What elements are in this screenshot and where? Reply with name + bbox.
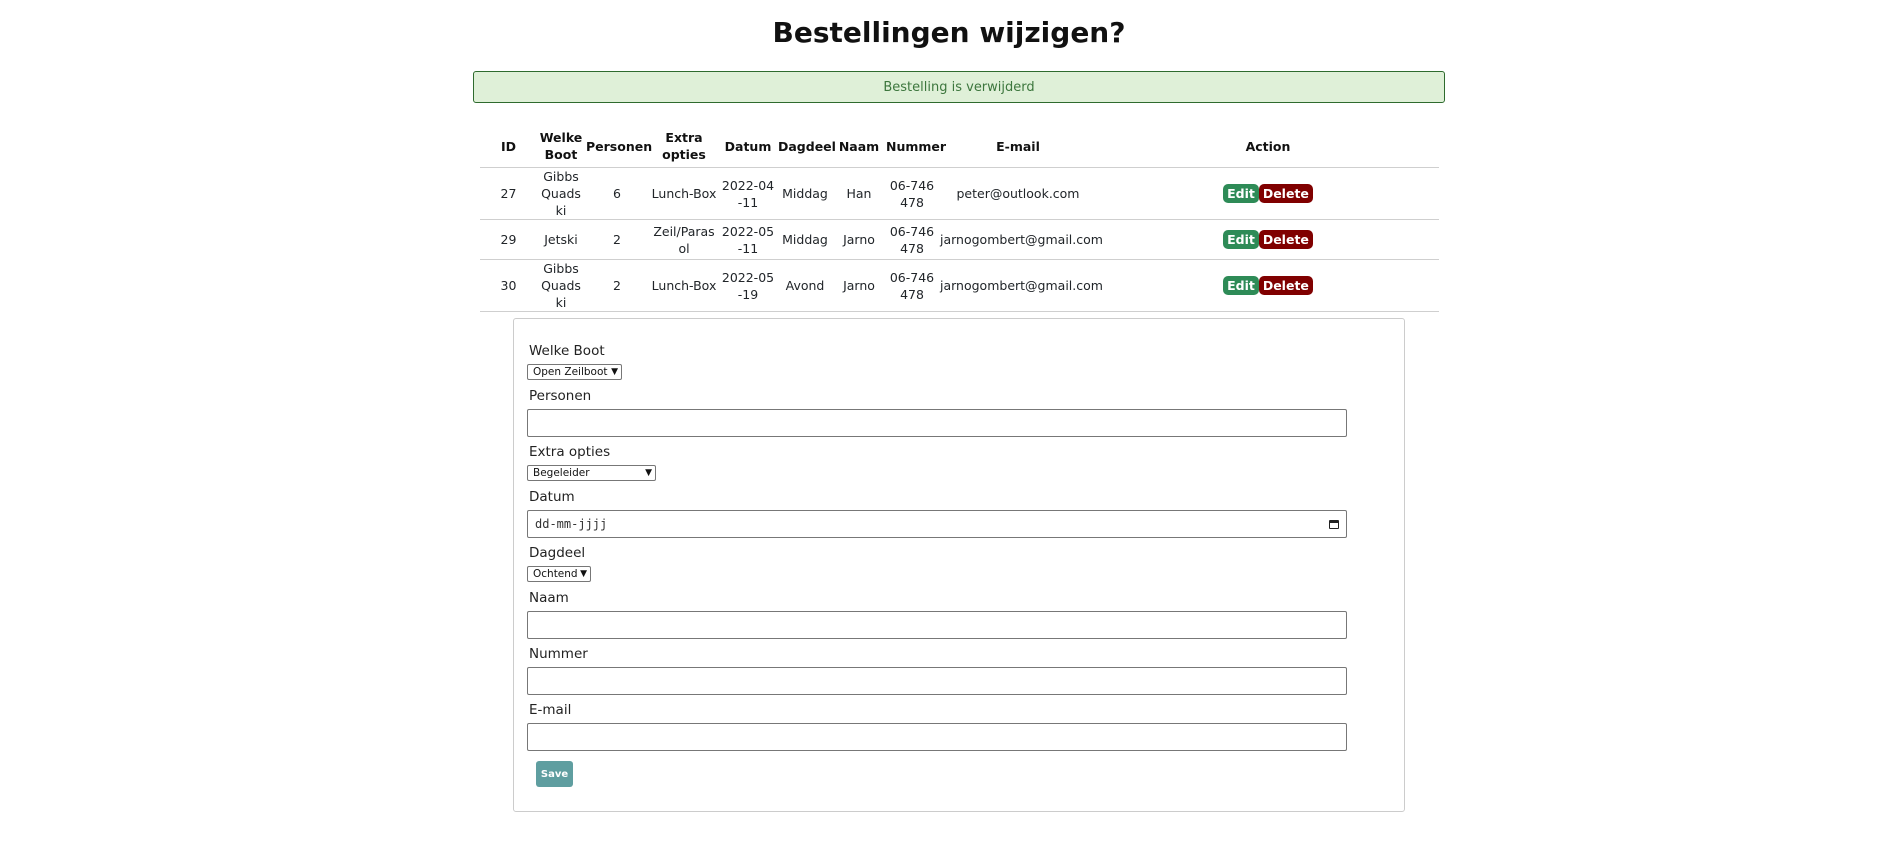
field-nummer: Nummer	[527, 645, 1347, 695]
cell-boot: Jetski	[537, 219, 585, 260]
header-naam: Naam	[833, 125, 885, 168]
naam-label: Naam	[529, 590, 569, 606]
cell-dagdeel: Avond	[777, 259, 833, 312]
cell-id: 30	[480, 259, 537, 312]
cell-boot: Gibbs Quadski	[537, 259, 585, 312]
page-title: Bestellingen wijzigen?	[772, 16, 1126, 49]
cell-nummer: 06-746478	[885, 219, 939, 260]
extra-select[interactable]: Begeleider ▼	[527, 465, 656, 481]
edit-button[interactable]: Edit	[1223, 276, 1259, 295]
edit-button[interactable]: Edit	[1223, 230, 1259, 249]
edit-button[interactable]: Edit	[1223, 184, 1259, 203]
cell-id: 29	[480, 219, 537, 260]
alert-message: Bestelling is verwijderd	[883, 79, 1035, 95]
success-alert: Bestelling is verwijderd	[473, 71, 1445, 103]
orders-table: ID Welke Boot Personen Extra opties Datu…	[480, 125, 1439, 312]
extra-select-value: Begeleider	[533, 467, 590, 479]
table-row: 30 Gibbs Quadski 2 Lunch-Box 2022-05-19 …	[480, 259, 1439, 312]
cell-datum: 2022-04-11	[719, 167, 777, 220]
header-action: Action	[1097, 125, 1439, 168]
cell-email: jarnogombert@gmail.com	[939, 219, 1103, 260]
cell-datum: 2022-05-19	[719, 259, 777, 312]
field-dagdeel: Dagdeel Ochtend ▼	[527, 544, 591, 582]
cell-personen: 6	[585, 167, 649, 220]
table-row: 29 Jetski 2 Zeil/Parasol 2022-05-11 Midd…	[480, 219, 1439, 260]
cell-actions: Edit Delete	[1097, 219, 1439, 260]
email-label: E-mail	[529, 702, 572, 718]
order-form: Welke Boot Open Zeilboot ▼ Personen Extr…	[513, 318, 1405, 812]
calendar-icon[interactable]	[1329, 519, 1339, 529]
cell-dagdeel: Middag	[777, 167, 833, 220]
datum-placeholder: dd-mm-jjjj	[535, 517, 608, 531]
cell-personen: 2	[585, 219, 649, 260]
cell-extra: Lunch-Box	[649, 259, 719, 312]
header-datum: Datum	[719, 125, 777, 168]
field-naam: Naam	[527, 589, 1347, 639]
nummer-label: Nummer	[529, 646, 588, 662]
field-email: E-mail	[527, 701, 1347, 751]
dagdeel-label: Dagdeel	[529, 545, 586, 561]
header-personen: Personen	[585, 125, 652, 168]
cell-nummer: 06-746478	[885, 259, 939, 312]
cell-nummer: 06-746478	[885, 167, 939, 220]
cell-naam: Jarno	[833, 259, 885, 312]
field-personen: Personen	[527, 387, 1347, 437]
chevron-down-icon: ▼	[645, 468, 652, 478]
datum-input[interactable]: dd-mm-jjjj	[527, 510, 1347, 538]
table-row: 27 Gibbs Quadski 6 Lunch-Box 2022-04-11 …	[480, 167, 1439, 220]
delete-button[interactable]: Delete	[1258, 230, 1313, 249]
delete-button[interactable]: Delete	[1258, 184, 1313, 203]
cell-extra: Lunch-Box	[649, 167, 719, 220]
cell-datum: 2022-05-11	[719, 219, 777, 260]
field-boot: Welke Boot Open Zeilboot ▼	[527, 342, 622, 380]
chevron-down-icon: ▼	[611, 367, 618, 377]
cell-email: jarnogombert@gmail.com	[939, 259, 1103, 312]
boot-select[interactable]: Open Zeilboot ▼	[527, 364, 622, 380]
cell-actions: Edit Delete	[1097, 259, 1439, 312]
personen-label: Personen	[529, 388, 592, 404]
nummer-input[interactable]	[527, 667, 1347, 695]
cell-naam: Jarno	[833, 219, 885, 260]
naam-input[interactable]	[527, 611, 1347, 639]
field-datum: Datum dd-mm-jjjj	[527, 488, 1347, 538]
cell-email: peter@outlook.com	[939, 167, 1097, 220]
email-input[interactable]	[527, 723, 1347, 751]
header-nummer: Nummer	[885, 125, 946, 168]
delete-button[interactable]: Delete	[1258, 276, 1313, 295]
personen-input[interactable]	[527, 409, 1347, 437]
extra-label: Extra opties	[529, 444, 611, 460]
header-dagdeel: Dagdeel	[777, 125, 836, 168]
cell-extra: Zeil/Parasol	[649, 219, 719, 260]
field-extra: Extra opties Begeleider ▼	[527, 443, 656, 481]
header-email: E-mail	[939, 125, 1097, 168]
cell-boot: Gibbs Quadski	[537, 167, 585, 220]
chevron-down-icon: ▼	[580, 569, 587, 579]
cell-personen: 2	[585, 259, 649, 312]
save-button[interactable]: Save	[536, 761, 573, 787]
datum-label: Datum	[529, 489, 575, 505]
cell-naam: Han	[833, 167, 885, 220]
table-header-row: ID Welke Boot Personen Extra opties Datu…	[480, 125, 1439, 168]
boot-select-value: Open Zeilboot	[533, 366, 608, 378]
boot-label: Welke Boot	[529, 343, 605, 359]
dagdeel-select-value: Ochtend	[533, 568, 578, 580]
cell-id: 27	[480, 167, 537, 220]
header-id: ID	[480, 125, 537, 168]
header-extra: Extra opties	[649, 125, 719, 168]
header-boot: Welke Boot	[537, 125, 585, 168]
cell-dagdeel: Middag	[777, 219, 833, 260]
cell-actions: Edit Delete	[1097, 167, 1439, 220]
dagdeel-select[interactable]: Ochtend ▼	[527, 566, 591, 582]
